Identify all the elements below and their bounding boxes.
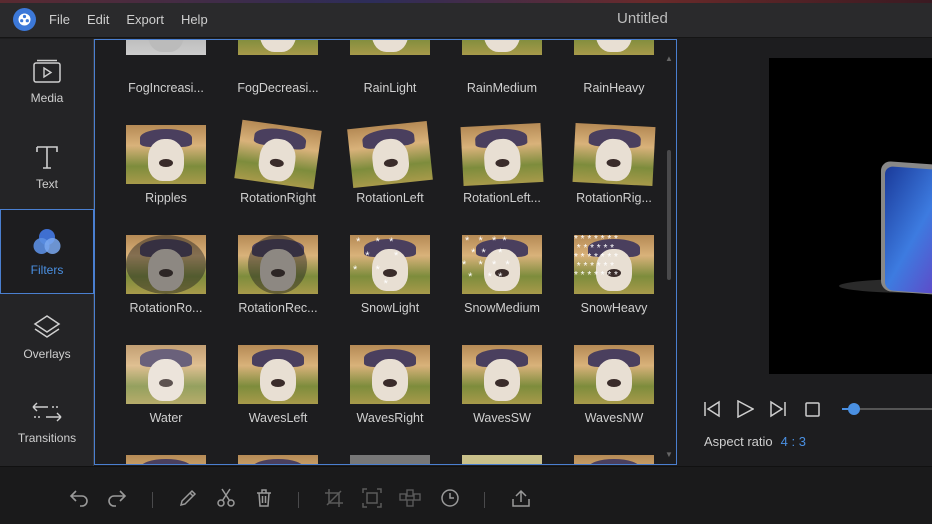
export-icon[interactable] xyxy=(510,488,532,508)
title-bar-stripe xyxy=(0,0,932,3)
sidebar-item-label: Media xyxy=(30,90,64,105)
filter-thumbnail xyxy=(574,345,654,404)
filter-thumbnail xyxy=(126,125,206,184)
sidebar-item-label: Overlays xyxy=(23,346,71,361)
overlays-icon xyxy=(33,314,61,338)
app-logo-icon xyxy=(13,8,36,31)
media-icon xyxy=(33,59,61,83)
filter-thumbnail: * * * * * * * * xyxy=(350,235,430,294)
bottom-toolbar xyxy=(0,466,932,524)
filter-label: RotationLeft xyxy=(356,191,424,205)
aspect-ratio-label: Aspect ratio xyxy=(704,434,773,449)
filter-thumbnail xyxy=(460,122,544,187)
redo-icon[interactable] xyxy=(106,488,128,508)
transitions-icon xyxy=(32,402,62,421)
filter-label: RotationRight xyxy=(240,191,316,205)
menu-help[interactable]: Help xyxy=(181,12,208,27)
filter-thumbnail xyxy=(350,455,430,464)
duration-icon[interactable] xyxy=(440,488,460,508)
filter-thumbnail xyxy=(574,455,654,464)
scroll-up-arrow-icon[interactable]: ▲ xyxy=(665,54,673,63)
filter-thumbnail xyxy=(126,40,206,55)
filter-label: RainMedium xyxy=(466,81,538,95)
filter-label: Ripples xyxy=(145,191,187,205)
sidebar-item-label: Filters xyxy=(30,262,64,277)
filters-icon xyxy=(33,228,61,254)
filter-thumbnail xyxy=(350,40,430,55)
delete-icon[interactable] xyxy=(254,488,274,508)
filter-thumbnail xyxy=(462,455,542,464)
filter-label: WavesSW xyxy=(473,411,531,425)
filter-thumbnail xyxy=(126,455,206,464)
sidebar-item-text[interactable]: Text xyxy=(0,124,94,209)
previous-frame-icon[interactable] xyxy=(703,400,721,418)
filter-label: WavesRight xyxy=(356,411,424,425)
stop-icon[interactable] xyxy=(805,402,820,417)
sidebar-item-label: Transitions xyxy=(17,430,77,445)
sidebar-item-label: Text xyxy=(35,176,58,191)
filter-thumbnail xyxy=(238,235,318,294)
phone-preview-image xyxy=(839,161,932,296)
filter-thumbnail xyxy=(574,40,654,55)
window-title: Untitled xyxy=(617,10,668,27)
playback-slider-knob[interactable] xyxy=(848,403,860,415)
filter-thumbnail xyxy=(572,122,656,187)
cut-icon[interactable] xyxy=(216,488,236,508)
filter-thumbnail: * * * * * * * * * * * * * * * * * * * * *… xyxy=(574,235,654,294)
text-icon xyxy=(36,145,58,169)
play-icon[interactable] xyxy=(736,400,754,418)
edit-icon[interactable] xyxy=(178,488,198,508)
filter-grid: FogIncreasi... FogDecreasi... RainLight … xyxy=(94,39,677,465)
filter-thumbnail xyxy=(238,345,318,404)
crop-icon xyxy=(325,489,343,507)
mosaic-icon xyxy=(399,489,421,507)
next-frame-icon[interactable] xyxy=(769,400,787,418)
toolbar-separator xyxy=(298,492,299,508)
filter-thumbnail xyxy=(462,345,542,404)
filter-label: RotationLeft... xyxy=(463,191,541,205)
filter-label: RotationRec... xyxy=(238,301,318,315)
filter-thumbnail xyxy=(238,455,318,464)
filter-label: SnowMedium xyxy=(464,301,540,315)
filter-label: SnowHeavy xyxy=(580,301,648,315)
filter-label: RainLight xyxy=(363,81,417,95)
sidebar-item-media[interactable]: Media xyxy=(0,39,94,124)
toolbar-separator xyxy=(152,492,153,508)
aspect-ratio: Aspect ratio 4 : 3 xyxy=(704,434,806,449)
filter-thumbnail: * * * * * * * * * * * * * * xyxy=(462,235,542,294)
filter-label: FogIncreasi... xyxy=(128,81,204,95)
menu-export[interactable]: Export xyxy=(126,12,164,27)
menu-file[interactable]: File xyxy=(49,12,70,27)
filter-thumbnail xyxy=(462,40,542,55)
sidebar-item-transitions[interactable]: Transitions xyxy=(0,379,94,464)
filter-label: FogDecreasi... xyxy=(237,81,319,95)
filter-label: RotationRig... xyxy=(576,191,652,205)
filter-thumbnail xyxy=(234,119,322,190)
filter-label: WavesNW xyxy=(584,411,644,425)
filter-thumbnail xyxy=(238,40,318,55)
filter-thumbnail xyxy=(350,345,430,404)
filter-grid-scrollbar[interactable] xyxy=(667,150,671,280)
aspect-ratio-value[interactable]: 4 : 3 xyxy=(781,434,806,449)
filter-label: WavesLeft xyxy=(248,411,308,425)
filter-label: RotationRo... xyxy=(129,301,203,315)
filter-label: SnowLight xyxy=(360,301,420,315)
menu-edit[interactable]: Edit xyxy=(87,12,109,27)
sidebar-item-filters[interactable]: Filters xyxy=(0,209,94,294)
preview-screen xyxy=(769,58,932,374)
sidebar-item-overlays[interactable]: Overlays xyxy=(0,294,94,379)
sidebar: Media Text Filters Overlays Transitions xyxy=(0,39,94,466)
zoom-icon xyxy=(362,488,382,508)
filter-thumbnail xyxy=(126,235,206,294)
filter-label: Water xyxy=(149,411,183,425)
filter-label: RainHeavy xyxy=(583,81,645,95)
filter-thumbnail xyxy=(347,120,433,189)
undo-icon[interactable] xyxy=(68,488,90,508)
title-bar: File Edit Export Help Untitled xyxy=(0,0,932,38)
filter-thumbnail xyxy=(126,345,206,404)
menu-bar: File Edit Export Help xyxy=(49,12,225,27)
scroll-down-arrow-icon[interactable]: ▼ xyxy=(665,450,673,459)
toolbar-separator xyxy=(484,492,485,508)
